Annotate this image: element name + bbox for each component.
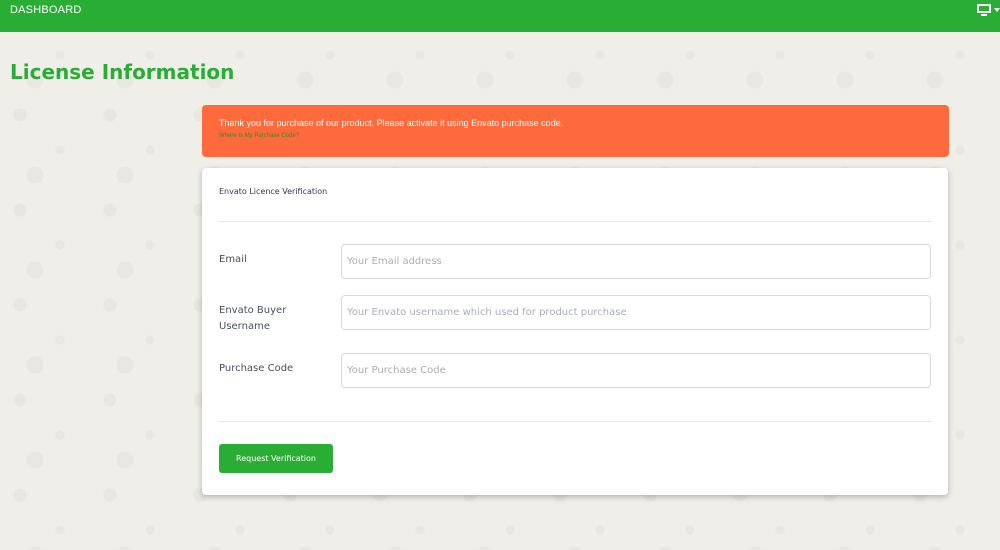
header-divider <box>219 221 932 222</box>
buyer-username-field[interactable] <box>341 295 931 330</box>
licence-verification-card: Envato Licence Verification Email Envato… <box>202 168 948 495</box>
email-label: Email <box>219 254 247 265</box>
caret-down-icon <box>994 8 1000 12</box>
email-field[interactable] <box>341 244 931 279</box>
activation-alert: Thank you for purchase of our product. P… <box>202 105 949 157</box>
buyer-username-label: Envato Buyer Username <box>219 305 287 332</box>
footer-divider <box>219 421 932 422</box>
card-header: Envato Licence Verification <box>219 187 328 196</box>
purchase-code-label: Purchase Code <box>219 363 294 374</box>
dashboard-link[interactable]: DASHBOARD <box>10 4 81 16</box>
purchase-code-help-link[interactable]: Where Is My Purchase Code? <box>219 133 932 139</box>
display-menu-toggle[interactable] <box>977 4 1000 16</box>
page-title: License Information <box>10 60 235 84</box>
request-verification-button[interactable]: Request Verification <box>219 444 333 473</box>
top-navbar: DASHBOARD <box>0 0 1000 32</box>
alert-message: Thank you for purchase of our product. P… <box>219 118 564 128</box>
monitor-icon <box>977 4 991 16</box>
purchase-code-field[interactable] <box>341 353 931 388</box>
